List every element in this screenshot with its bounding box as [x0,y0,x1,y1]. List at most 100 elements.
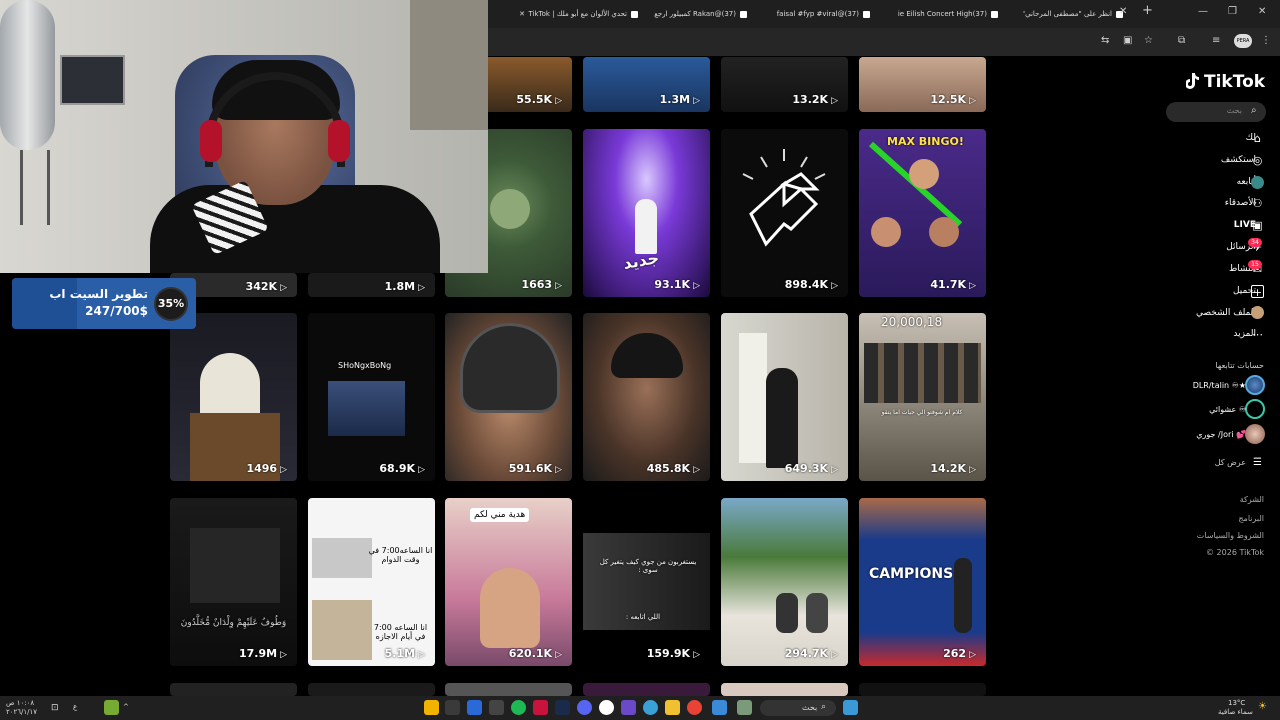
start-button[interactable] [843,700,858,715]
play-icon: ▷ [693,96,700,106]
taskbar-app-icon[interactable] [712,700,727,715]
thumbnail-shape [460,323,560,413]
play-icon: ▷ [969,650,976,660]
video-card[interactable] [445,683,572,696]
new-tab-button[interactable]: + [1142,3,1153,18]
minimize-button[interactable]: — [1198,6,1208,17]
taskbar-app-icon[interactable] [489,700,504,715]
close-window-button[interactable]: ✕ [1258,6,1266,17]
video-caption: SHoNgxBoNg [338,361,392,370]
video-card[interactable]: 649.3K ▷ [721,313,848,481]
video-card[interactable]: 898.4K ▷ [721,129,848,297]
video-card[interactable]: هدية مني لكم 620.1K ▷ [445,498,572,666]
video-card[interactable]: يستغربون من جوي كيف يتغير كل سوى : اللي … [583,498,710,666]
spotify-icon[interactable] [511,700,526,715]
weather-desc: سماء صافية [1218,708,1253,716]
taskbar-app-icon[interactable] [424,700,439,715]
reading-list-icon[interactable]: ≡ [1212,35,1220,46]
taskbar-app-icon[interactable] [467,700,482,715]
nav-profile[interactable]: الملف الشخصي [1196,308,1256,318]
followed-account[interactable]: DLR/talin ♾★ [1193,381,1246,390]
browser-tab[interactable]: انظر على "مصطفى المرحاني" [1023,4,1123,24]
video-card[interactable]: CAMPIONS 262 ▷ [859,498,986,666]
thumbnail-shape [635,199,657,254]
taskbar-app-icon[interactable] [621,700,636,715]
followed-account[interactable]: جوري /Jori 💕 [1196,430,1246,439]
video-card[interactable]: 1496 ▷ [170,313,297,481]
video-card[interactable] [170,683,297,696]
video-card[interactable]: 294.7K ▷ [721,498,848,666]
discord-icon[interactable] [577,700,592,715]
tiktok-wordmark[interactable]: TikTok [1204,72,1265,92]
video-caption: MAX BINGO! [887,135,964,148]
tiktok-favicon-icon [991,10,998,18]
goal-percent: 35% [154,287,188,321]
browser-toolbar [488,28,1280,56]
taskbar-app-icon[interactable] [445,700,460,715]
play-icon: ▷ [280,650,287,660]
weather-icon[interactable]: ☀ [1258,701,1267,712]
translate-icon[interactable]: ⇆ [1101,35,1109,46]
obs-icon[interactable] [599,700,614,715]
footer-company[interactable]: الشركة [1240,495,1264,504]
tab-title: تحدي الألوان مع أبو ملك | TikTok [528,10,627,18]
video-card[interactable]: 1.3M ▷ [583,57,710,112]
thumbnail-shape [954,558,972,633]
video-card[interactable]: 12.5K ▷ [859,57,986,112]
thumbnail-shape [490,189,530,229]
tray-chevron-icon[interactable]: ^ [123,703,129,711]
video-card[interactable]: SHoNgxBoNg 68.9K ▷ [308,313,435,481]
video-card[interactable]: MAX BINGO! 41.7K ▷ [859,129,986,297]
video-card[interactable]: جديد 93.1K ▷ [583,129,710,297]
avatar[interactable] [1245,424,1265,444]
video-card[interactable]: انا الساعه7:00 في وقت الدوام انا الساعه … [308,498,435,666]
keyboard-lang-icon[interactable]: ع [73,703,77,711]
see-more-link[interactable]: عرض كل [1215,458,1246,467]
upload-icon: + [1251,285,1264,299]
avatar[interactable] [1245,399,1265,419]
file-explorer-icon[interactable] [665,700,680,715]
thumbnail-shape [190,528,280,603]
thumbnail-shape [480,568,540,648]
video-card[interactable]: 591.6K ▷ [445,313,572,481]
install-app-icon[interactable]: ▣ [1123,35,1132,46]
extensions-icon[interactable]: ⧉ [1178,35,1185,46]
search-icon[interactable]: ⌕ [1251,105,1257,116]
video-card[interactable] [721,683,848,696]
footer-program[interactable]: البرنامج [1238,514,1264,523]
followed-account[interactable]: عشوائي ♾ [1209,405,1246,414]
tray-app-icon[interactable] [104,700,119,715]
taskbar-app-icon[interactable] [737,700,752,715]
following-section-title: حسابات تتابعها [1215,361,1264,370]
footer-terms[interactable]: الشروط والسياسات [1197,531,1264,540]
browser-tab[interactable]: (37)@Rakan كمبيلور ارجع [652,4,747,24]
maximize-button[interactable]: ❐ [1228,6,1237,17]
browser-tab[interactable]: (37)Billie Eilish Concert High [898,4,998,24]
video-card[interactable] [583,683,710,696]
avatar[interactable] [1245,375,1265,395]
video-card[interactable]: وَطُوفُ عَلَيْهِمْ وِلْدَانٌ مُّخَلَّدُو… [170,498,297,666]
video-caption: كلام ام شوفتو الي حيات اما بتقو [881,409,963,416]
video-card[interactable]: 485.8K ▷ [583,313,710,481]
browser-tab-close[interactable]: ✕ [505,4,525,24]
compass-icon: ◎ [1252,154,1263,167]
video-card[interactable]: 20,000,18 كلام ام شوفتو الي حيات اما بتق… [859,313,986,481]
wifi-icon[interactable]: ⊡ [51,703,59,713]
taskbar-app-icon[interactable] [533,700,548,715]
view-count: 649.3K ▷ [784,462,838,475]
browser-menu-icon[interactable]: ⋮ [1261,35,1271,46]
steam-icon[interactable] [555,700,570,715]
profile-avatar[interactable]: PERA [1234,34,1252,48]
chrome-icon[interactable] [687,700,702,715]
video-card[interactable] [308,683,435,696]
tab-close-icon[interactable]: ✕ [1119,6,1127,17]
video-card[interactable]: 1.8M ▷ [308,273,435,297]
browser-tab[interactable]: تحدي الألوان مع أبو ملك | TikTok [528,4,638,24]
edge-icon[interactable] [643,700,658,715]
video-card[interactable]: 13.2K ▷ [721,57,848,112]
thumbnail-shape [806,593,828,633]
video-card[interactable] [859,683,986,696]
bookmark-star-icon[interactable]: ☆ [1144,35,1153,46]
browser-tab[interactable]: (37)@faisal #fyp #viral [775,4,870,24]
view-count: 12.5K ▷ [930,93,976,106]
